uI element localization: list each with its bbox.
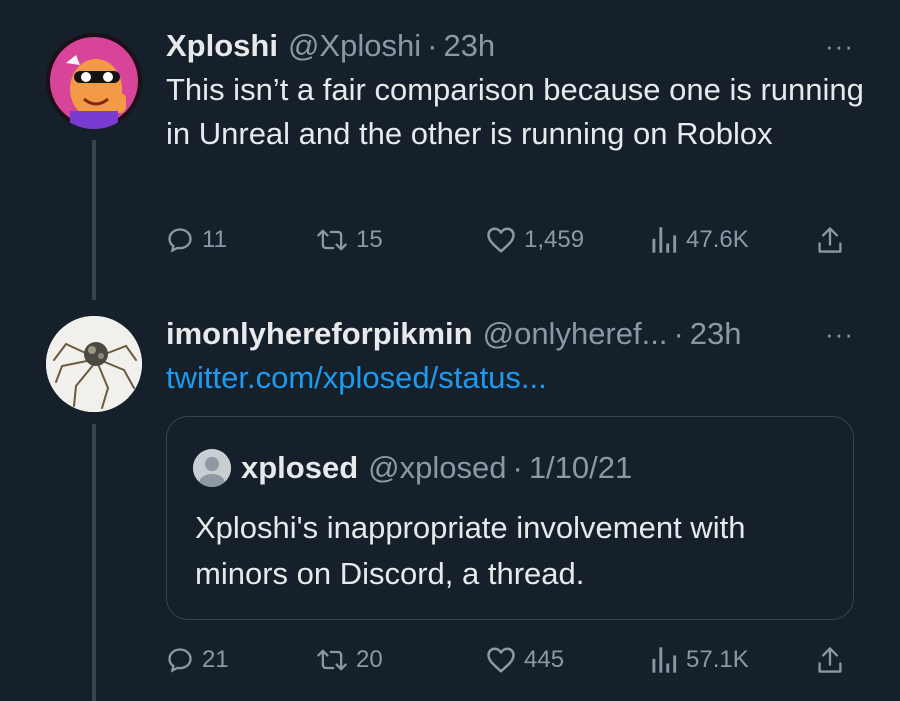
tweet-content: imonlyhereforpikmin @onlyheref... · 23h … [166,314,860,400]
separator: · [512,450,523,485]
like-icon [487,647,515,673]
tweet[interactable]: imonlyhereforpikmin @onlyheref... · 23h … [0,300,900,701]
reply-icon [168,228,192,253]
quote-header: xplosed @xplosed · 1/10/21 [193,449,632,487]
tweet-thread: Xploshi @Xploshi · 23h ··· This isn’t a … [0,0,900,701]
share-icon [818,647,842,673]
share-icon [818,227,842,253]
share-button[interactable] [816,225,844,255]
quote-text: Xploshi's inappropriate involvement with… [195,510,746,591]
default-avatar-icon [193,449,231,487]
retweet-button[interactable]: 15 [316,226,383,254]
display-name[interactable]: Xploshi [166,26,278,66]
views-count: 47.6K [686,226,749,253]
timestamp[interactable]: 23h [690,314,742,354]
views-button[interactable]: 57.1K [650,645,749,675]
tweet[interactable]: Xploshi @Xploshi · 23h ··· This isn’t a … [0,0,900,300]
views-icon [652,647,677,673]
action-bar: 11 15 1,459 47.6K [166,220,866,260]
user-handle[interactable]: @Xploshi [288,26,421,66]
tweet-header: Xploshi @Xploshi · 23h ··· [166,26,860,66]
reply-button[interactable]: 21 [166,646,229,674]
reply-button[interactable]: 11 [166,226,227,254]
quote-date[interactable]: 1/10/21 [529,450,632,486]
quote-user-handle[interactable]: @xplosed [368,450,506,486]
avatar[interactable] [46,33,142,129]
like-count: 1,459 [524,226,585,253]
reply-count: 11 [202,226,227,253]
retweet-button[interactable]: 20 [316,646,383,674]
action-bar: 21 20 445 57.1K [166,640,866,680]
tweet-header: imonlyhereforpikmin @onlyheref... · 23h … [166,314,860,354]
quote-avatar[interactable] [193,449,231,487]
timestamp[interactable]: 23h [443,26,495,66]
reply-icon [168,648,192,673]
views-count: 57.1K [686,646,749,673]
more-icon[interactable]: ··· [825,26,854,66]
thread-connector-line [92,140,96,300]
quote-tweet-card[interactable]: xplosed @xplosed · 1/10/21 Xploshi's ina… [166,416,854,620]
share-button[interactable] [816,645,844,675]
views-icon [652,227,677,253]
tweet-content: Xploshi @Xploshi · 23h ··· This isn’t a … [166,26,864,156]
tweet-link[interactable]: twitter.com/xplosed/status... [166,356,860,400]
retweet-icon [317,229,347,251]
like-icon [487,227,515,253]
separator: · [427,28,438,63]
tweet-text: This isn’t a fair comparison because one… [166,72,864,151]
more-icon[interactable]: ··· [825,314,854,354]
separator: · [673,316,684,351]
views-button[interactable]: 47.6K [650,225,749,255]
user-handle[interactable]: @onlyheref... [483,314,668,354]
quote-display-name[interactable]: xplosed [241,450,358,486]
like-button[interactable]: 445 [486,646,564,674]
retweet-count: 20 [356,646,383,673]
avatar[interactable] [46,316,142,412]
reply-count: 21 [202,646,229,673]
avatar-spider-image [46,316,142,412]
like-button[interactable]: 1,459 [486,226,584,254]
like-count: 445 [524,646,565,673]
display-name[interactable]: imonlyhereforpikmin [166,314,473,354]
retweet-icon [317,649,347,671]
retweet-count: 15 [356,226,383,253]
thread-connector-line [92,424,96,701]
avatar-cartoon-image [46,33,142,129]
